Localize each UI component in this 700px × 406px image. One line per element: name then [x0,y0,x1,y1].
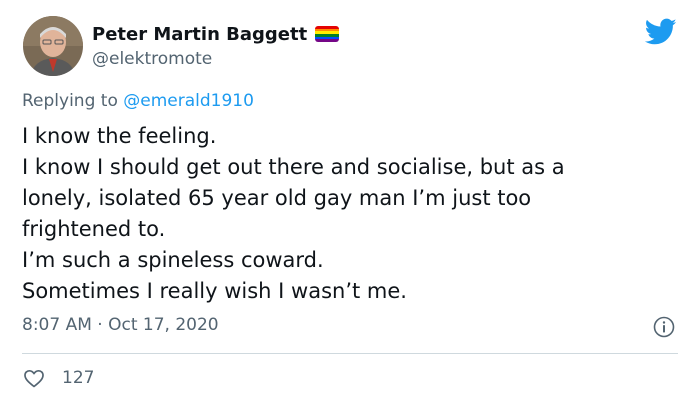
like-count: 127 [62,368,95,388]
tweet-line: I know the feeling. [22,124,217,148]
flag-stripe [315,39,340,42]
avatar[interactable] [23,16,83,76]
tweet-text: I know the feeling. I know I should get … [22,121,682,307]
replying-to-prefix: Replying to [22,91,118,111]
replying-to: Replying to @emerald1910 [22,91,254,111]
heart-icon[interactable] [22,366,46,390]
tweet-timestamp[interactable]: 8:07 AM · Oct 17, 2020 [22,315,219,335]
tweet-line: lonely, isolated 65 year old gay man I’m… [22,186,532,210]
pride-flag-icon [315,26,340,42]
author-display-name[interactable]: Peter Martin Baggett [92,24,307,45]
author-handle[interactable]: @elektromote [92,49,212,69]
twitter-bird-icon[interactable] [644,18,677,46]
info-icon[interactable] [652,315,676,339]
reply-target-link[interactable]: @emerald1910 [123,91,254,111]
tweet-line: frightened to. [22,217,166,241]
like-action[interactable]: 127 [22,366,94,390]
tweet-card: Peter Martin Baggett @elektromote Replyi… [0,0,700,406]
tweet-line: I’m such a spineless coward. [22,248,324,272]
tweet-line: Sometimes I really wish I wasn’t me. [22,279,407,303]
tweet-line: I know I should get out there and social… [22,155,565,179]
divider [22,353,678,354]
author-row: Peter Martin Baggett [92,22,340,46]
